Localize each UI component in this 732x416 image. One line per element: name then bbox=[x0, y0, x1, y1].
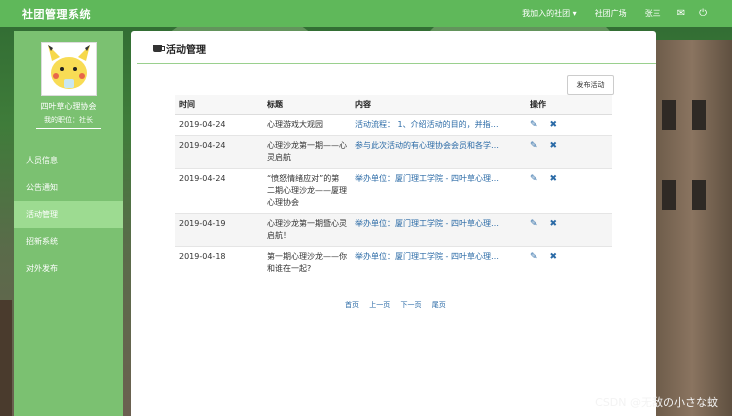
pagination: 首页 上一页 下一页 尾页 bbox=[345, 300, 454, 310]
row-actions: ✎ ✖ bbox=[526, 213, 612, 247]
logout-icon[interactable]: ⏻ bbox=[692, 8, 714, 19]
sidebar-item-activities[interactable]: 活动管理 bbox=[14, 201, 123, 228]
club-plaza-link[interactable]: 社团广场 bbox=[586, 8, 636, 19]
publish-activity-button[interactable]: 发布活动 bbox=[567, 75, 614, 95]
envelope-icon[interactable]: ✉ bbox=[670, 8, 692, 19]
top-nav-right: 我加入的社团 ▾ 社团广场 张三 ✉ ⏻ bbox=[513, 8, 714, 19]
table-row: 2019-04-18 第一期心理沙龙——你和谁在一起? 举办单位：厦门理工学院 … bbox=[175, 246, 612, 279]
row-actions: ✎ ✖ bbox=[526, 246, 612, 279]
sidebar-menu: 人员信息 公告通知 活动管理 招新系统 对外发布 bbox=[14, 147, 123, 282]
org-name: 四叶草心理协会 bbox=[40, 102, 97, 111]
sidebar-item-publish[interactable]: 对外发布 bbox=[14, 255, 123, 282]
table-header-row: 时间 标题 内容 操作 bbox=[175, 95, 612, 115]
my-clubs-dropdown[interactable]: 我加入的社团 ▾ bbox=[513, 8, 586, 19]
col-ops: 操作 bbox=[526, 95, 612, 115]
sidebar-item-members[interactable]: 人员信息 bbox=[14, 147, 123, 174]
coffee-cup-icon bbox=[153, 45, 165, 52]
row-content-link[interactable]: 参与此次活动的有心理协会会员和各学… bbox=[351, 135, 526, 169]
top-navbar: 社团管理系统 我加入的社团 ▾ 社团广场 张三 ✉ ⏻ bbox=[0, 0, 732, 27]
user-name-link[interactable]: 张三 bbox=[636, 8, 670, 19]
pager-next[interactable]: 下一页 bbox=[400, 301, 421, 309]
pager-first[interactable]: 首页 bbox=[345, 301, 359, 309]
activity-table: 时间 标题 内容 操作 2019-04-24 心理游戏大观园 活动流程： 1、介… bbox=[175, 95, 612, 279]
row-time: 2019-04-24 bbox=[175, 168, 263, 214]
edit-icon[interactable]: ✎ bbox=[530, 251, 538, 263]
row-title: 心理游戏大观园 bbox=[263, 114, 351, 136]
row-content-link[interactable]: 举办单位：厦门理工学院 - 四叶草心理… bbox=[351, 246, 526, 279]
col-time: 时间 bbox=[175, 95, 263, 115]
row-time: 2019-04-24 bbox=[175, 114, 263, 136]
pager-prev[interactable]: 上一页 bbox=[369, 301, 390, 309]
row-title: 心理沙龙第一期暨心灵启航！ bbox=[263, 213, 351, 247]
row-content-link[interactable]: 举办单位：厦门理工学院 - 四叶草心理… bbox=[351, 168, 526, 214]
row-content-link[interactable]: 举办单位：厦门理工学院 - 四叶草心理… bbox=[351, 213, 526, 247]
page-title: 活动管理 bbox=[166, 45, 206, 56]
sidebar-item-notices[interactable]: 公告通知 bbox=[14, 174, 123, 201]
delete-icon[interactable]: ✖ bbox=[550, 173, 558, 185]
avatar bbox=[41, 42, 97, 96]
table-row: 2019-04-24 “愤怒情绪应对”的第二期心理沙龙——厦理心理协会 举办单位… bbox=[175, 168, 612, 214]
row-time: 2019-04-19 bbox=[175, 213, 263, 247]
panel-header: 活动管理 bbox=[153, 41, 206, 56]
row-actions: ✎ ✖ bbox=[526, 135, 612, 169]
row-actions: ✎ ✖ bbox=[526, 114, 612, 136]
table-row: 2019-04-24 心理游戏大观园 活动流程： 1、介绍活动的目的，并指… ✎… bbox=[175, 114, 612, 136]
row-actions: ✎ ✖ bbox=[526, 168, 612, 214]
delete-icon[interactable]: ✖ bbox=[550, 251, 558, 263]
pager-last[interactable]: 尾页 bbox=[432, 301, 446, 309]
row-time: 2019-04-18 bbox=[175, 246, 263, 279]
watermark-text: CSDN @无敌の小さな蚊 bbox=[595, 396, 718, 409]
edit-icon[interactable]: ✎ bbox=[530, 119, 538, 131]
user-role: 我的职位：社长 bbox=[44, 116, 93, 124]
edit-icon[interactable]: ✎ bbox=[530, 140, 538, 152]
row-title: 第一期心理沙龙——你和谁在一起? bbox=[263, 246, 351, 279]
sidebar: 四叶草心理协会 我的职位：社长 人员信息 公告通知 活动管理 招新系统 对外发布 bbox=[14, 31, 123, 416]
delete-icon[interactable]: ✖ bbox=[550, 119, 558, 131]
col-title: 标题 bbox=[263, 95, 351, 115]
row-title: “愤怒情绪应对”的第二期心理沙龙——厦理心理协会 bbox=[263, 168, 351, 214]
delete-icon[interactable]: ✖ bbox=[550, 140, 558, 152]
edit-icon[interactable]: ✎ bbox=[530, 173, 538, 185]
main-panel: 活动管理 发布活动 时间 标题 内容 操作 2019-04-24 心理游戏大观园… bbox=[131, 31, 656, 416]
sidebar-divider bbox=[36, 128, 101, 129]
row-content-link[interactable]: 活动流程： 1、介绍活动的目的，并指… bbox=[351, 114, 526, 136]
edit-icon[interactable]: ✎ bbox=[530, 218, 538, 230]
table-row: 2019-04-24 心理沙龙第一期——心灵启航 参与此次活动的有心理协会会员和… bbox=[175, 135, 612, 169]
delete-icon[interactable]: ✖ bbox=[550, 218, 558, 230]
col-content: 内容 bbox=[351, 95, 526, 115]
brand-title[interactable]: 社团管理系统 bbox=[22, 6, 91, 22]
sidebar-item-recruitment[interactable]: 招新系统 bbox=[14, 228, 123, 255]
row-title: 心理沙龙第一期——心灵启航 bbox=[263, 135, 351, 169]
table-row: 2019-04-19 心理沙龙第一期暨心灵启航！ 举办单位：厦门理工学院 - 四… bbox=[175, 213, 612, 247]
panel-divider bbox=[137, 63, 656, 64]
row-time: 2019-04-24 bbox=[175, 135, 263, 169]
